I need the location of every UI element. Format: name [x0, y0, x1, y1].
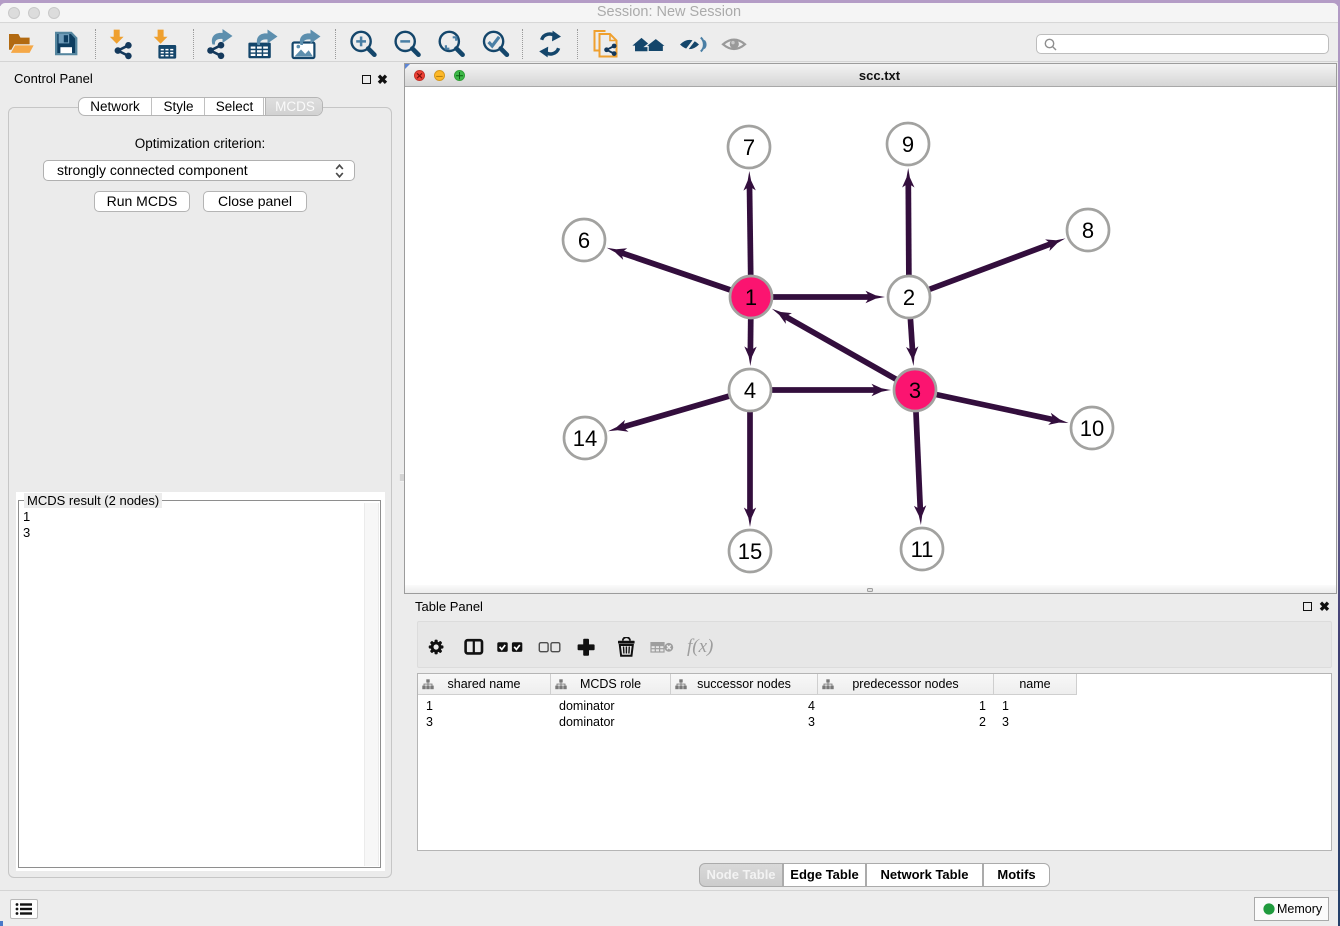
svg-text:4: 4 [744, 378, 756, 403]
svg-text:11: 11 [911, 537, 934, 562]
svg-text:10: 10 [1080, 416, 1104, 441]
svg-text:6: 6 [578, 228, 590, 253]
svg-text:2: 2 [903, 285, 915, 310]
svg-text:8: 8 [1082, 218, 1094, 243]
svg-text:7: 7 [743, 135, 755, 160]
svg-text:9: 9 [902, 132, 914, 157]
svg-text:15: 15 [738, 539, 762, 564]
svg-text:14: 14 [573, 426, 597, 451]
svg-text:1: 1 [745, 285, 757, 310]
svg-text:3: 3 [909, 378, 921, 403]
